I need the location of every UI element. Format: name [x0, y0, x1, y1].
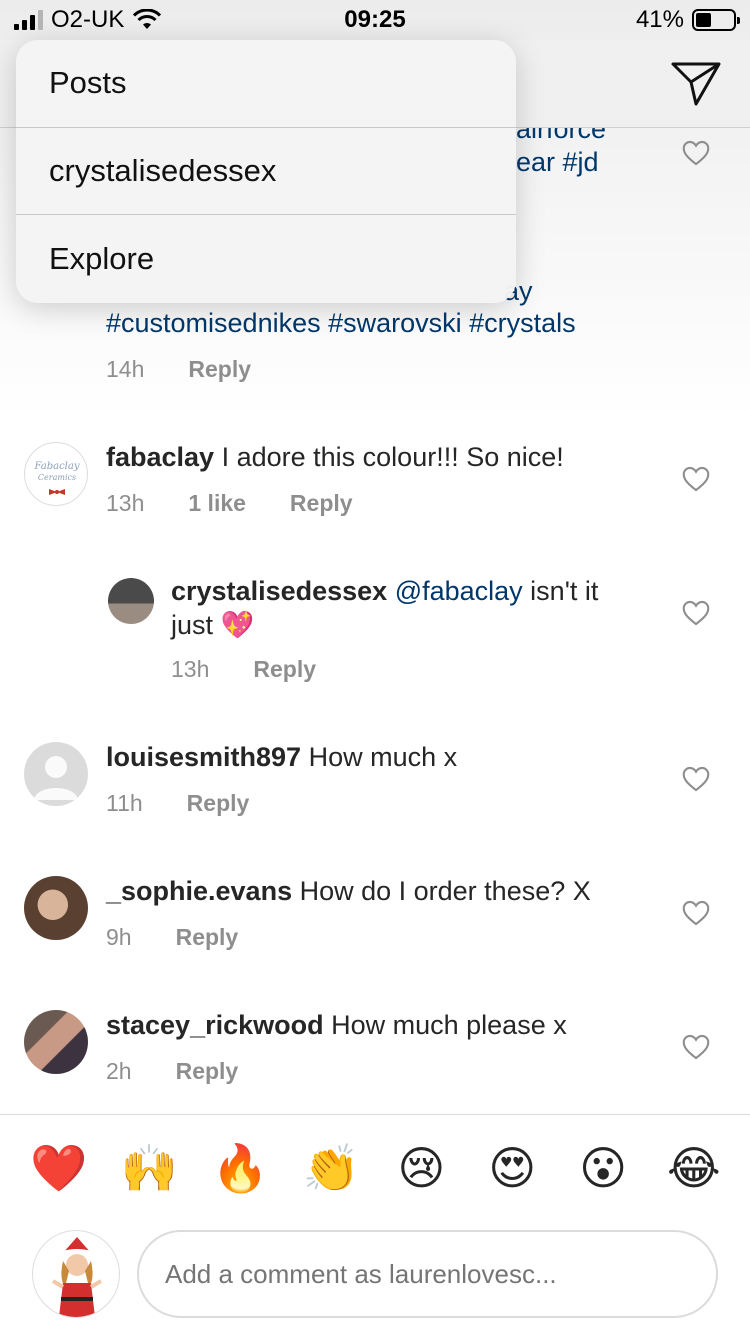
battery-icon [692, 9, 740, 31]
comment-meta: 9h Reply [106, 924, 238, 951]
like-heart-icon[interactable] [682, 766, 710, 792]
comment-text: louisesmith897 How much x [106, 740, 457, 774]
comment-time: 11h [106, 790, 143, 816]
surprised-emoji-button[interactable]: 😮 [575, 1140, 631, 1196]
comment-time: 13h [106, 490, 145, 516]
comment-composer [0, 1220, 750, 1334]
crying-emoji-button[interactable]: 😢 [393, 1140, 449, 1196]
caption-line[interactable]: ear #jd [516, 145, 599, 179]
comment-meta: 13h 1 like Reply [106, 490, 353, 517]
fire-emoji-button[interactable]: 🔥 [212, 1140, 269, 1196]
like-heart-icon[interactable] [682, 600, 710, 626]
status-bar: O2-UK 09:25 41% [0, 0, 750, 40]
svg-text:Fabaclay: Fabaclay [34, 461, 80, 472]
comment-body: just 💖 [171, 610, 255, 640]
heart-eyes-emoji-button[interactable]: 😍 [484, 1140, 540, 1196]
avatar[interactable] [24, 876, 88, 940]
send-direct-icon[interactable] [670, 60, 722, 108]
caption-meta: 14h Reply [106, 356, 251, 383]
comment-time: 14h [106, 356, 145, 382]
like-heart-icon[interactable] [682, 140, 710, 166]
emoji-reaction-bar: ❤️ 🙌 🔥 👏 😢 😍 😮 😂 [0, 1114, 750, 1220]
comment-username[interactable]: fabaclay [106, 442, 214, 472]
current-user-avatar [32, 1230, 120, 1318]
svg-text:Ceramics: Ceramics [38, 473, 76, 482]
comment-time: 9h [106, 924, 132, 950]
comment-meta: 13h Reply [171, 656, 316, 683]
comment-meta: 2h Reply [106, 1058, 238, 1085]
comment-input[interactable] [137, 1230, 718, 1318]
comment-text: stacey_rickwood How much please x [106, 1008, 567, 1042]
comment-username[interactable]: louisesmith897 [106, 742, 301, 772]
like-heart-icon[interactable] [682, 900, 710, 926]
reply-button[interactable]: Reply [187, 790, 250, 817]
likes-count-button[interactable]: 1 like [188, 490, 246, 517]
laughing-emoji-button[interactable]: 😂 [666, 1140, 722, 1196]
avatar[interactable]: Fabaclay Ceramics [24, 442, 88, 506]
comment-text: fabaclay I adore this colour!!! So nice! [106, 440, 564, 474]
menu-item-posts[interactable]: Posts [16, 40, 516, 128]
heart-emoji-button[interactable]: ❤️ [30, 1140, 87, 1196]
menu-item-profile[interactable]: crystalisedessex [16, 128, 516, 216]
battery-percent: 41% [635, 6, 684, 33]
avatar[interactable] [24, 1010, 88, 1074]
comment-body: How do I order these? X [292, 876, 591, 906]
comment-body: isn't it [522, 576, 599, 606]
comment-body: How much please x [323, 1010, 567, 1040]
avatar[interactable] [24, 742, 88, 806]
comment-username[interactable]: _sophie.evans [106, 876, 292, 906]
avatar[interactable] [108, 578, 154, 624]
battery-info: 41% [635, 6, 740, 34]
default-avatar-icon [34, 756, 78, 800]
like-heart-icon[interactable] [682, 466, 710, 492]
reply-button[interactable]: Reply [290, 490, 353, 517]
like-heart-icon[interactable] [682, 1034, 710, 1060]
comment-meta: 11h Reply [106, 790, 249, 817]
mention-link[interactable]: @fabaclay [395, 576, 523, 606]
raised-hands-emoji-button[interactable]: 🙌 [121, 1140, 178, 1196]
reply-button[interactable]: Reply [176, 1058, 239, 1085]
navigation-dropdown: Posts crystalisedessex Explore [16, 40, 516, 303]
comment-username[interactable]: stacey_rickwood [106, 1010, 324, 1040]
comment-text: _sophie.evans How do I order these? X [106, 874, 591, 908]
reply-button[interactable]: Reply [176, 924, 239, 951]
comment-text: crystalisedessex @fabaclay isn't it just… [171, 574, 651, 642]
comment-username[interactable]: crystalisedessex [171, 576, 387, 606]
comment-body: How much x [301, 742, 458, 772]
clap-emoji-button[interactable]: 👏 [303, 1140, 360, 1196]
reply-button[interactable]: Reply [253, 656, 316, 683]
comment-time: 13h [171, 656, 210, 682]
comment-time: 2h [106, 1058, 132, 1084]
menu-item-explore[interactable]: Explore [16, 215, 516, 303]
reply-button[interactable]: Reply [188, 356, 251, 383]
caption-hashtags[interactable]: #customisednikes #swarovski #crystals [106, 306, 576, 340]
comment-body: I adore this colour!!! So nice! [214, 442, 564, 472]
